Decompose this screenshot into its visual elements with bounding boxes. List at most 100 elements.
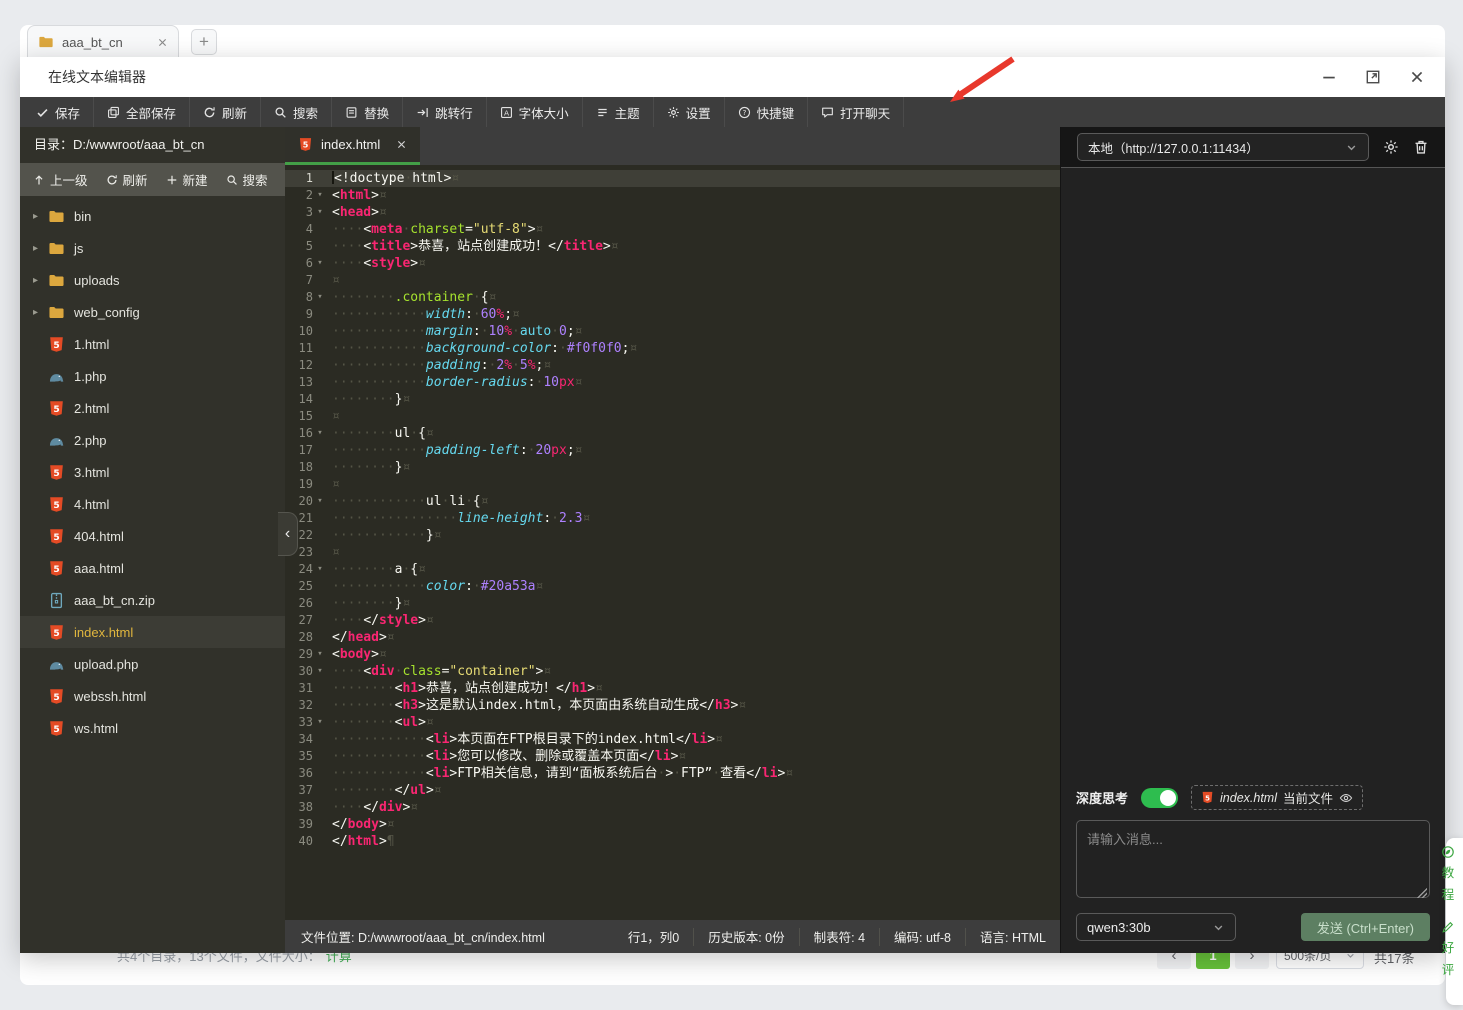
toolbar-search-button[interactable]: 搜索: [261, 97, 332, 127]
file-item-index.html[interactable]: 5index.html: [20, 616, 285, 648]
file-item-2.html[interactable]: 52.html: [20, 392, 285, 424]
sidebar-collapse-handle[interactable]: ‹: [278, 512, 298, 556]
browser-tab-aaa_bt_cn[interactable]: aaa_bt_cn: [27, 25, 179, 58]
file-item-upload.php[interactable]: upload.php: [20, 648, 285, 680]
close-icon[interactable]: [157, 37, 168, 48]
editor-tab-bar: 5 index.html: [285, 127, 1060, 165]
file-item-aaa.html[interactable]: 5aaa.html: [20, 552, 285, 584]
theme-icon: [596, 106, 609, 119]
folder-item-js[interactable]: ▸js: [20, 232, 285, 264]
code-line: 12············padding:·2%·5%;¤: [285, 357, 1060, 374]
line-number: 37: [299, 782, 313, 799]
file-item-webssh.html[interactable]: 5webssh.html: [20, 680, 285, 712]
code-line: 6▾····<style>¤: [285, 255, 1060, 272]
deep-think-toggle[interactable]: [1141, 788, 1178, 808]
chat-settings-gear-icon[interactable]: [1383, 139, 1399, 155]
toolbar-button-label: 替换: [364, 103, 389, 122]
toolbar-save-button[interactable]: 保存: [20, 97, 94, 127]
status-encoding[interactable]: 编码: utf-8: [879, 928, 965, 946]
folder-item-uploads[interactable]: ▸uploads: [20, 264, 285, 296]
toolbar-shortcuts-button[interactable]: ?快捷键: [725, 97, 809, 127]
eye-icon[interactable]: [1339, 791, 1353, 805]
clear-chat-trash-icon[interactable]: [1413, 139, 1429, 155]
sidebar-up-button[interactable]: 上一级: [24, 163, 97, 196]
toolbar-settings-button[interactable]: 设置: [654, 97, 725, 127]
expand-caret-icon[interactable]: ▸: [33, 211, 48, 222]
file-item-3.html[interactable]: 53.html: [20, 456, 285, 488]
toolbar-font-size-button[interactable]: A字体大小: [487, 97, 583, 127]
editor-main: 目录：D:/wwwroot/aaa_bt_cn 上一级刷新新建搜索 ▸bin▸j…: [20, 127, 1445, 953]
model-select[interactable]: qwen3:30b: [1076, 913, 1236, 941]
file-item-aaa_bt_cn.zip[interactable]: aaa_bt_cn.zip: [20, 584, 285, 616]
expand-caret-icon[interactable]: ▸: [33, 275, 48, 286]
close-window-icon[interactable]: [1409, 69, 1425, 85]
code-line: 2▾<html>¤: [285, 187, 1060, 204]
php-icon: [48, 656, 65, 673]
toolbar-open-chat-button[interactable]: 打开聊天: [808, 97, 904, 127]
code-line: 11············background-color:·#f0f0f0;…: [285, 340, 1060, 357]
toolbar-goto-line-button[interactable]: 跳转行: [403, 97, 487, 127]
new-tab-button[interactable]: +: [191, 29, 217, 55]
current-file-chip[interactable]: 5 index.html 当前文件: [1191, 785, 1363, 810]
file-item-2.php[interactable]: 2.php: [20, 424, 285, 456]
file-item-404.html[interactable]: 5404.html: [20, 520, 285, 552]
file-item-1.php[interactable]: 1.php: [20, 360, 285, 392]
code-line: 39</body>¤: [285, 816, 1060, 833]
fold-arrow-icon[interactable]: ▾: [313, 714, 327, 731]
sidebar-new-button[interactable]: 新建: [157, 163, 217, 196]
toolbar-button-label: 全部保存: [126, 103, 176, 122]
resize-handle[interactable]: [1417, 888, 1427, 898]
folder-icon: [48, 272, 65, 289]
fold-arrow-icon[interactable]: ▾: [313, 425, 327, 442]
maximize-icon[interactable]: [1365, 69, 1381, 85]
status-file-location: 文件位置: D:/wwwroot/aaa_bt_cn/index.html: [285, 927, 614, 946]
toolbar-theme-button[interactable]: 主题: [583, 97, 654, 127]
close-tab-icon[interactable]: [396, 139, 407, 150]
chat-message-input[interactable]: [1076, 820, 1430, 898]
fold-arrow-icon[interactable]: ▾: [313, 561, 327, 578]
server-select[interactable]: 本地（http://127.0.0.1:11434）: [1077, 133, 1369, 161]
toolbar-button-label: 设置: [686, 103, 711, 122]
chip-file-name: index.html: [1220, 791, 1277, 805]
file-item-4.html[interactable]: 54.html: [20, 488, 285, 520]
send-button[interactable]: 发送 (Ctrl+Enter): [1301, 913, 1430, 941]
expand-caret-icon[interactable]: ▸: [33, 243, 48, 254]
fold-arrow-icon[interactable]: ▾: [313, 187, 327, 204]
folder-item-bin[interactable]: ▸bin: [20, 200, 285, 232]
line-number: 8: [306, 289, 313, 306]
fold-arrow-icon[interactable]: ▾: [313, 289, 327, 306]
line-number: 28: [299, 629, 313, 646]
status-history-versions[interactable]: 历史版本: 0份: [693, 928, 798, 946]
toolbar-refresh-button[interactable]: 刷新: [190, 97, 261, 127]
fold-arrow-icon[interactable]: ▾: [313, 493, 327, 510]
chevron-down-icon: [1212, 921, 1225, 934]
line-number: 26: [299, 595, 313, 612]
toolbar-replace-button[interactable]: 替换: [332, 97, 403, 127]
sidebar-refresh-button[interactable]: 刷新: [97, 163, 157, 196]
sidebar-search-button[interactable]: 搜索: [217, 163, 277, 196]
toolbar-save-all-button[interactable]: 全部保存: [94, 97, 190, 127]
fold-arrow-icon[interactable]: ▾: [313, 646, 327, 663]
status-tab-size[interactable]: 制表符: 4: [799, 928, 879, 946]
line-number: 16: [299, 425, 313, 442]
file-name: index.html: [74, 625, 133, 640]
side-widget-item[interactable]: 教程: [1434, 845, 1462, 903]
file-sidebar: 目录：D:/wwwroot/aaa_bt_cn 上一级刷新新建搜索 ▸bin▸j…: [20, 127, 285, 953]
fold-arrow-icon[interactable]: ▾: [313, 255, 327, 272]
file-item-1.html[interactable]: 51.html: [20, 328, 285, 360]
line-number: 11: [299, 340, 313, 357]
line-number: 25: [299, 578, 313, 595]
side-widget-item[interactable]: 好评: [1434, 920, 1462, 978]
status-language[interactable]: 语言: HTML: [965, 928, 1060, 946]
gear-icon: [667, 106, 680, 119]
line-number: 13: [299, 374, 313, 391]
code-area[interactable]: 1<!doctype·html>¤2▾<html>¤3▾<head>¤4····…: [285, 165, 1060, 920]
fold-arrow-icon[interactable]: ▾: [313, 204, 327, 221]
folder-item-web_config[interactable]: ▸web_config: [20, 296, 285, 328]
minimize-icon[interactable]: [1321, 69, 1337, 85]
expand-caret-icon[interactable]: ▸: [33, 307, 48, 318]
editor-tab-index-html[interactable]: 5 index.html: [285, 127, 420, 165]
file-name: 2.html: [74, 401, 109, 416]
file-item-ws.html[interactable]: 5ws.html: [20, 712, 285, 744]
fold-arrow-icon[interactable]: ▾: [313, 663, 327, 680]
